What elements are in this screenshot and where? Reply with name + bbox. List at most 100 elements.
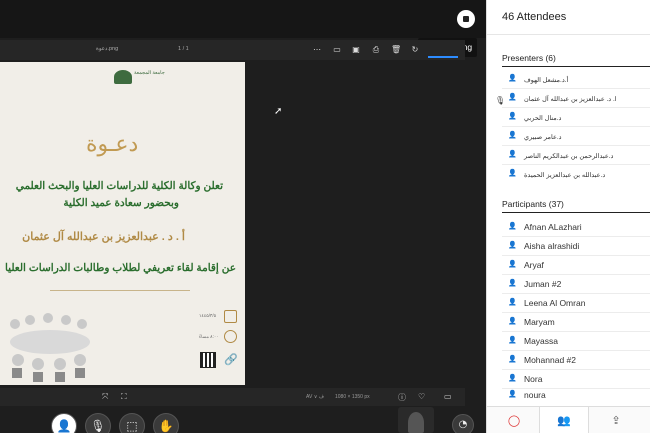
presenter-row[interactable]: 👤 أ.د.مشعل الهوف: [502, 70, 650, 89]
chat-tab-icon[interactable]: ◯: [489, 407, 539, 433]
presenter-name: د.منال الحربي: [524, 115, 562, 122]
person-icon: 👤: [508, 74, 517, 82]
presentation-icon[interactable]: ▭: [332, 45, 342, 55]
participant-row[interactable]: 👤 Leena Al Omran: [502, 294, 650, 313]
image-icon[interactable]: ▣: [351, 45, 361, 55]
document-name: دعوة.png: [96, 46, 119, 52]
meeting-illustration: [10, 313, 90, 382]
share-tab-icon[interactable]: ⇪: [591, 407, 641, 433]
fit-icon[interactable]: ⤧: [102, 392, 108, 402]
presenter-name: د.عبدالله بن عبدالعزيز الحميدة: [524, 172, 606, 179]
panel-toggle-icon[interactable]: ▭: [444, 392, 452, 401]
participant-row[interactable]: 👤 Aryaf: [502, 256, 650, 275]
participant-name: Juman #2: [524, 279, 562, 289]
presenters-underline: [502, 66, 650, 67]
image-size: 1080 × 1350 px: [335, 394, 370, 400]
slide-line-4: عن إقامة لقاء تعريفي لطلاب وطالبات الدرا…: [4, 262, 236, 274]
link-icon: 🔗: [224, 354, 238, 366]
participant-name: noura: [524, 390, 546, 400]
participant-row[interactable]: 👤 Juman #2: [502, 275, 650, 294]
active-tab-indicator: [428, 56, 458, 58]
person-icon: 👤: [508, 241, 517, 249]
person-icon: 👤: [508, 260, 517, 268]
participant-row[interactable]: 👤 Mohannad #2: [502, 351, 650, 370]
mouse-cursor-icon: ➚: [274, 106, 283, 117]
reactions-button[interactable]: ◔: [452, 414, 474, 433]
presenter-name: ا. د. عبدالعزيز بن عبدالله آل عثمان: [524, 96, 617, 103]
user-avatar-button[interactable]: 👤: [51, 413, 77, 433]
participant-name: Aryaf: [524, 260, 544, 270]
zoom-level: AV ∨ ف: [306, 394, 324, 400]
participant-row[interactable]: 👤 Maryam: [502, 313, 650, 332]
info-icon[interactable]: ⓘ: [398, 392, 406, 403]
person-icon: 👤: [508, 298, 517, 306]
participants-underline: [502, 212, 650, 213]
clock-icon: [224, 330, 237, 343]
camera-off-button[interactable]: ⬚: [119, 413, 145, 433]
university-logo: [114, 70, 132, 84]
document-viewer-toolbar: دعوة.png 1 / 1 ⋯ ▭ ▣ ⎙ 🗑 ↻: [0, 40, 465, 60]
presenter-name: د.عبدالرحمن بن عبدالكريم الناصر: [524, 153, 614, 160]
presenter-row[interactable]: 👤 د.عامر صبيري: [502, 127, 650, 146]
participants-heading: Participants (37): [502, 199, 564, 209]
person-icon: 👤: [508, 317, 517, 325]
shared-slide: جامعة المجمعة دعـوة تعلن وكالة الكلية لل…: [0, 62, 245, 385]
presenter-row[interactable]: 👤 ا. د. عبدالعزيز بن عبدالله آل عثمان: [502, 89, 650, 108]
presenters-heading: Presenters (6): [502, 53, 556, 63]
university-logo-text: جامعة المجمعة: [134, 70, 165, 76]
person-icon: 👤: [508, 390, 517, 398]
slide-line-2: وبحضور سعادة عميد الكلية: [63, 197, 179, 209]
person-icon: 👤: [508, 374, 517, 382]
participant-name: Mohannad #2: [524, 355, 576, 365]
participant-name: Mayassa: [524, 336, 559, 346]
panel-divider: [487, 34, 650, 35]
calendar-icon: [224, 310, 237, 323]
delete-icon[interactable]: 🗑: [391, 45, 401, 55]
qr-code: [200, 352, 216, 368]
self-video-thumbnail[interactable]: [398, 407, 434, 433]
event-time: ٨:٠٠ مساءً: [199, 334, 219, 339]
slide-title: دعـوة: [86, 132, 139, 157]
panel-tabbar: ◯ 👥 ⇪: [487, 406, 650, 433]
mic-muted-button[interactable]: 🎙: [85, 413, 111, 433]
print-icon[interactable]: ⎙: [371, 45, 381, 55]
person-icon: 👤: [508, 150, 517, 158]
participant-row[interactable]: 👤 Aisha alrashidi: [502, 237, 650, 256]
slide-line-3: أ . د . عبدالعزيز بن عبدالله آل عثمان: [22, 231, 185, 243]
attendees-tab-icon[interactable]: 👥: [539, 407, 589, 433]
presenter-row[interactable]: 👤 د.عبدالرحمن بن عبدالكريم الناصر: [502, 146, 650, 165]
participant-row[interactable]: 👤 Afnan ALazhari: [502, 218, 650, 237]
event-date: ١٤٤٥/٣/٥: [199, 313, 217, 318]
raise-hand-button[interactable]: ✋: [153, 413, 179, 433]
slide-divider: [50, 290, 190, 291]
rotate-icon[interactable]: ↻: [410, 45, 420, 55]
presenter-name: أ.د.مشعل الهوف: [524, 77, 569, 84]
person-icon: 👤: [508, 279, 517, 287]
participant-row[interactable]: 👤 noura: [502, 386, 650, 405]
document-bottom-bar: ⤧ ⛶ AV ∨ ف 1080 × 1350 px ⓘ ♡ ▭: [0, 388, 465, 406]
participant-name: Leena Al Omran: [524, 298, 586, 308]
person-icon: 👤: [508, 336, 517, 344]
participant-name: Afnan ALazhari: [524, 222, 582, 232]
person-icon: 👤: [508, 169, 517, 177]
person-icon: 👤: [508, 131, 517, 139]
participant-name: Maryam: [524, 317, 555, 327]
person-icon: 👤: [508, 93, 517, 101]
participant-name: Aisha alrashidi: [524, 241, 580, 251]
favorite-icon[interactable]: ♡: [418, 392, 425, 401]
participant-row[interactable]: 👤 Mayassa: [502, 332, 650, 351]
person-icon: 👤: [508, 112, 517, 120]
fullscreen-icon[interactable]: ⛶: [121, 392, 127, 402]
presenter-row[interactable]: 👤 د.منال الحربي: [502, 108, 650, 127]
person-icon: 👤: [508, 222, 517, 230]
presenter-name: د.عامر صبيري: [524, 134, 562, 141]
more-options-icon[interactable]: ⋯: [312, 45, 322, 55]
meeting-stage: Stop Sharing دعوة.png 1 / 1 ⋯ ▭ ▣ ⎙ 🗑 ↻ …: [0, 0, 486, 433]
stop-sharing-icon[interactable]: [457, 10, 475, 28]
top-bar: [0, 0, 486, 38]
participant-name: Nora: [524, 374, 543, 384]
page-indicator: 1 / 1: [178, 46, 189, 52]
presenter-row[interactable]: 👤 د.عبدالله بن عبدالعزيز الحميدة: [502, 165, 650, 184]
person-icon: 👤: [508, 355, 517, 363]
slide-line-1: تعلن وكالة الكلية للدراسات العليا والبحث…: [15, 180, 223, 192]
